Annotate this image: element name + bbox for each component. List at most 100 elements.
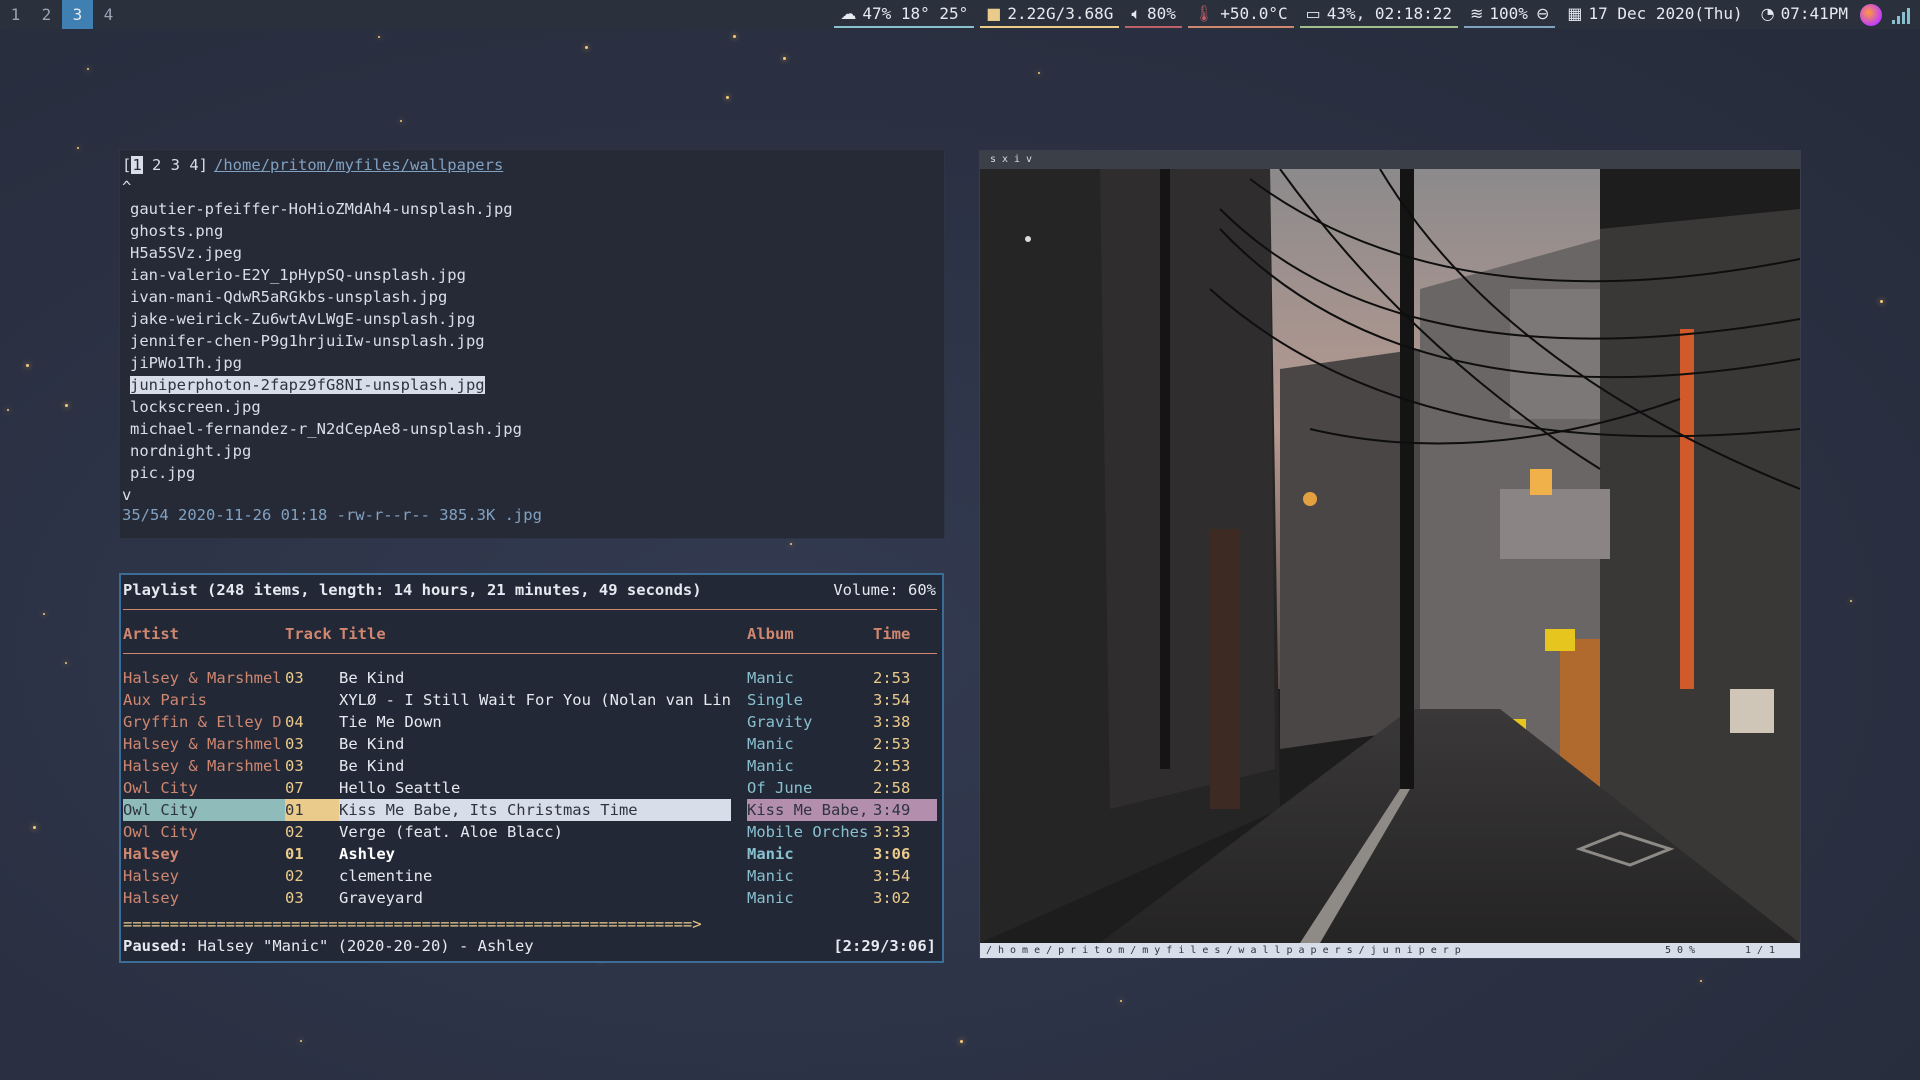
star-dot <box>7 409 9 411</box>
cell-artist: Halsey <box>123 867 179 885</box>
playlist-row[interactable]: Halsey 01 Ashley Manic 3:06 <box>123 843 937 865</box>
sxiv-path: /home/pritom/myfiles/wallpapers/juniperp <box>986 945 1467 956</box>
weather-text: 47% 18° 25° <box>862 4 969 23</box>
star-dot <box>33 826 36 829</box>
workspace-1[interactable]: 1 <box>0 0 31 29</box>
thermometer-icon: 🌡︎ <box>1193 4 1215 23</box>
signal-bars-icon <box>1890 6 1910 24</box>
column-artist[interactable]: Artist <box>123 623 285 645</box>
file-name: pic.jpg <box>130 464 196 482</box>
playlist-header: Playlist (248 items, length: 14 hours, 2… <box>123 581 702 599</box>
playlist-row[interactable]: Gryffin & Elley D 04 Tie Me Down Gravity 3:3… <box>123 711 937 733</box>
file-item[interactable]: michael-fernandez-r_N2dCepAe8-unsplash.j… <box>130 418 522 440</box>
volume-module[interactable]: 🔈︎ 80% <box>1125 1 1182 28</box>
cell-album: Manic <box>747 845 794 863</box>
cell-artist: Owl City <box>123 779 198 797</box>
playlist-row[interactable]: Owl City 01 Kiss Me Babe, Its Christmas Ti… <box>123 799 937 821</box>
file-name: H5a5SVz.jpeg <box>130 244 242 262</box>
file-item[interactable]: nordnight.jpg <box>130 440 522 462</box>
do-not-disturb-icon[interactable]: ⊖ <box>1536 1 1549 26</box>
file-item[interactable]: ghosts.png <box>130 220 522 242</box>
launcher-logo-icon[interactable] <box>1860 3 1882 26</box>
cell-album: Manic <box>747 757 794 775</box>
tab-current[interactable]: 1 <box>131 156 143 174</box>
wifi-icon: ≋ <box>1470 4 1484 23</box>
file-item[interactable]: juniperphoton-2fapz9fG8NI-unsplash.jpg <box>130 374 522 396</box>
file-item[interactable]: jake-weirick-Zu6wtAvLWgE-unsplash.jpg <box>130 308 522 330</box>
elapsed-time: [2:29/3:06] <box>833 937 936 955</box>
cell-track: 03 <box>285 889 304 907</box>
date-text: 17 Dec 2020(Thu) <box>1588 4 1743 23</box>
star-dot <box>1880 300 1883 303</box>
cell-track: 02 <box>285 867 304 885</box>
workspace-3[interactable]: 3 <box>62 0 93 29</box>
wifi-module[interactable]: ≋ 100% ⊖ <box>1464 1 1556 28</box>
ncmpcpp-window[interactable]: Playlist (248 items, length: 14 hours, 2… <box>119 573 944 963</box>
status-modules: ☁ 47% 18° 25° ■ 2.22G/3.68G 🔈︎ 80% 🌡︎ +5… <box>828 0 1910 29</box>
cell-time: 2:58 <box>873 779 911 797</box>
cell-artist: Halsey <box>123 889 179 907</box>
cell-title: Kiss Me Babe, Its Christmas Time <box>339 799 731 821</box>
playlist-row[interactable]: Owl City 07 Hello Seattle Of June 2:58 <box>123 777 937 799</box>
cell-title: clementine <box>339 867 433 885</box>
file-item[interactable]: ian-valerio-E2Y_1pHypSQ-unsplash.jpg <box>130 264 522 286</box>
playlist-row[interactable]: Halsey 03 Graveyard Manic 3:02 <box>123 887 937 909</box>
time-text: 07:41PM <box>1780 4 1848 23</box>
top-bar: 1234 ☁ 47% 18° 25° ■ 2.22G/3.68G 🔈︎ 80% … <box>0 0 1920 29</box>
street-photo-illustration <box>980 169 1800 943</box>
header-divider <box>123 609 937 610</box>
cell-time: 3:02 <box>873 889 911 907</box>
tabs-rest[interactable]: 2 3 4] <box>143 156 208 174</box>
cell-time: 2:53 <box>873 669 911 687</box>
column-album[interactable]: Album <box>747 623 873 645</box>
star-dot <box>26 364 29 367</box>
sxiv-zoom: 50% <box>1665 945 1702 956</box>
file-item[interactable]: jennifer-chen-P9g1hrjuiIw-unsplash.jpg <box>130 330 522 352</box>
playlist-row[interactable]: Halsey 02 clementine Manic 3:54 <box>123 865 937 887</box>
playlist-rows: Halsey & Marshmel 03 Be Kind Manic 2:53 Aux P… <box>123 667 937 909</box>
calendar-icon: ▦ <box>1567 4 1583 23</box>
file-item[interactable]: pic.jpg <box>130 462 522 484</box>
speaker-icon: 🔈︎ <box>1131 4 1141 23</box>
file-name: lockscreen.jpg <box>130 398 261 416</box>
column-headers: Artist Track Title Album Time <box>123 623 937 645</box>
playlist-row[interactable]: Halsey & Marshmel 03 Be Kind Manic 2:53 <box>123 755 937 777</box>
star-dot <box>960 1040 963 1043</box>
star-dot <box>1850 600 1852 602</box>
column-time[interactable]: Time <box>873 623 937 645</box>
star-dot <box>77 147 79 149</box>
clock-module: ◔ 07:41PM <box>1755 1 1854 28</box>
column-title[interactable]: Title <box>339 623 731 645</box>
playlist-row[interactable]: Aux Paris XYLØ - I Still Wait For You (No… <box>123 689 937 711</box>
star-dot <box>585 46 588 49</box>
star-dot <box>1120 1000 1122 1002</box>
file-item[interactable]: lockscreen.jpg <box>130 396 522 418</box>
progress-bar[interactable]: ========================================… <box>123 913 783 935</box>
workspace-2[interactable]: 2 <box>31 0 62 29</box>
cell-time: 3:54 <box>873 691 911 709</box>
file-item[interactable]: gautier-pfeiffer-HoHioZMdAh4-unsplash.jp… <box>130 198 522 220</box>
workspace-switcher: 1234 <box>0 0 124 29</box>
file-item[interactable]: jiPWo1Th.jpg <box>130 352 522 374</box>
file-item[interactable]: ivan-mani-QdwR5aRGkbs-unsplash.jpg <box>130 286 522 308</box>
file-name: juniperphoton-2fapz9fG8NI-unsplash.jpg <box>130 376 485 394</box>
cell-title: XYLØ - I Still Wait For You (Nolan van L… <box>339 691 731 709</box>
file-name: jake-weirick-Zu6wtAvLWgE-unsplash.jpg <box>130 310 476 328</box>
file-name: ghosts.png <box>130 222 224 240</box>
column-track[interactable]: Track <box>285 623 339 645</box>
sxiv-statusbar: /home/pritom/myfiles/wallpapers/juniperp… <box>980 943 1800 958</box>
cell-title: Be Kind <box>339 735 405 753</box>
star-dot <box>43 613 45 615</box>
file-item[interactable]: H5a5SVz.jpeg <box>130 242 522 264</box>
workspace-4[interactable]: 4 <box>93 0 124 29</box>
weather-module: ☁ 47% 18° 25° <box>834 1 975 28</box>
cell-time: 3:06 <box>873 845 911 863</box>
playlist-row[interactable]: Owl City 02 Verge (feat. Aloe Blacc) Mobile… <box>123 821 937 843</box>
file-name: michael-fernandez-r_N2dCepAe8-unsplash.j… <box>130 420 522 438</box>
playlist-row[interactable]: Halsey & Marshmel 03 Be Kind Manic 2:53 <box>123 733 937 755</box>
ranger-window[interactable]: [1 2 3 4] /home/pritom/myfiles/wallpapers… <box>119 149 945 539</box>
sxiv-window[interactable]: sxiv /home/pritom/myfiles/wallpapers/jun… <box>979 150 1801 959</box>
columns-divider <box>123 653 937 654</box>
battery-module: ▭ 43%, 02:18:22 <box>1299 1 1458 28</box>
playlist-row[interactable]: Halsey & Marshmel 03 Be Kind Manic 2:53 <box>123 667 937 689</box>
